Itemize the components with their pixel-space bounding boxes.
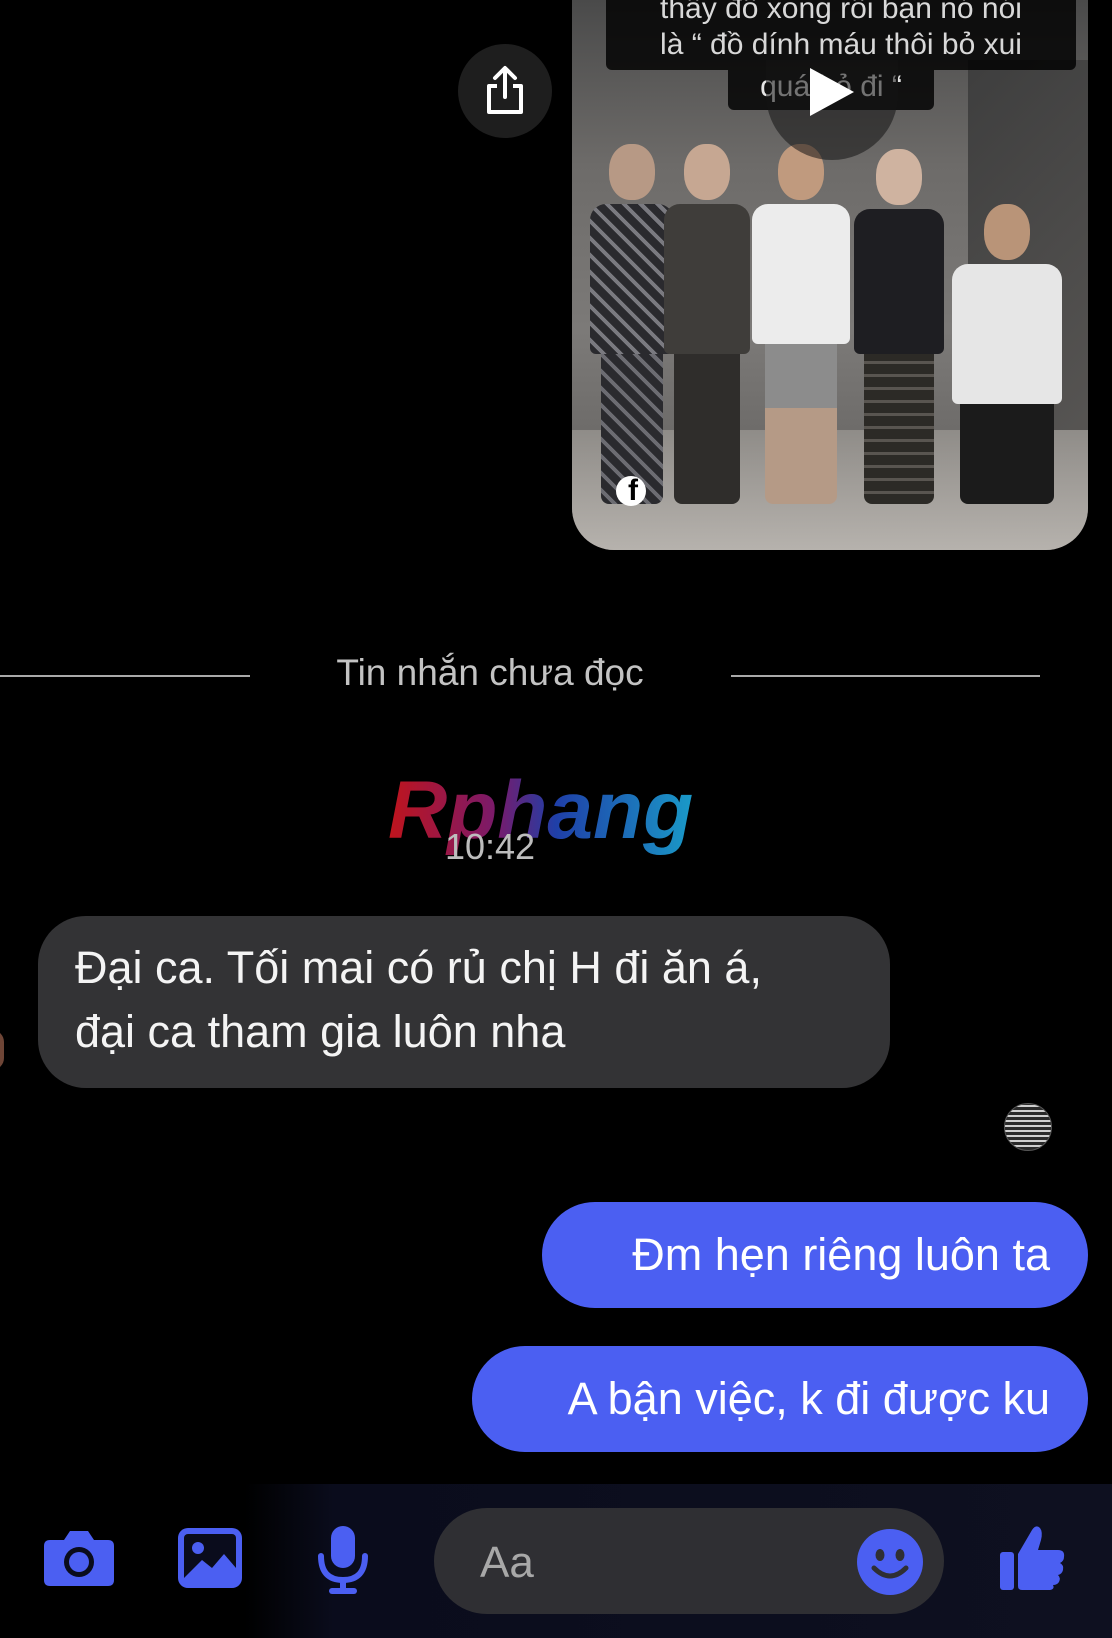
play-icon[interactable]	[808, 66, 856, 123]
thumbs-up-icon	[1000, 1526, 1065, 1590]
incoming-message-bubble[interactable]: Đại ca. Tối mai có rủ chị H đi ăn á, đại…	[38, 916, 890, 1088]
facebook-icon: f	[616, 476, 646, 506]
share-icon	[487, 66, 523, 114]
image-icon	[178, 1528, 242, 1588]
share-button[interactable]	[458, 44, 552, 138]
video-person-4	[854, 149, 944, 504]
like-button[interactable]	[998, 1522, 1068, 1597]
divider-line-left	[0, 675, 250, 677]
outgoing-message-bubble[interactable]: Đm hẹn riêng luôn ta	[542, 1202, 1088, 1308]
message-text: Đm hẹn riêng luôn ta	[632, 1229, 1050, 1280]
video-person-2	[664, 144, 750, 504]
message-text: A bận việc, k đi được ku	[567, 1373, 1050, 1424]
facebook-badge-letter: f	[628, 476, 638, 506]
camera-button[interactable]	[42, 1528, 116, 1593]
message-text-line: đại ca tham gia luôn nha	[75, 1006, 566, 1057]
caption-line: là “ đồ dính máu thôi bỏ xui	[660, 28, 1022, 61]
microphone-icon	[318, 1526, 368, 1594]
gallery-button[interactable]	[176, 1526, 244, 1595]
sender-avatar[interactable]	[0, 1030, 4, 1070]
divider-line-right	[731, 675, 1040, 677]
video-person-1	[590, 144, 674, 504]
unread-divider-label: Tin nhắn chưa đọc	[336, 652, 644, 693]
outgoing-message-bubble[interactable]: A bận việc, k đi được ku	[472, 1346, 1088, 1452]
video-person-3	[752, 144, 850, 504]
video-person-5	[952, 204, 1062, 504]
voice-button[interactable]	[316, 1524, 370, 1601]
input-placeholder: Aa	[480, 1538, 534, 1587]
camera-icon	[44, 1531, 114, 1586]
emoji-icon	[857, 1529, 923, 1595]
emoji-button[interactable]	[856, 1528, 924, 1601]
seen-receipt-avatar	[1004, 1103, 1052, 1151]
message-timestamp: 10:42	[444, 826, 536, 867]
message-text-line: Đại ca. Tối mai có rủ chị H đi ăn á,	[75, 942, 762, 993]
caption-line: thấy đồ xong rồi bạn nó nói	[660, 0, 1022, 25]
